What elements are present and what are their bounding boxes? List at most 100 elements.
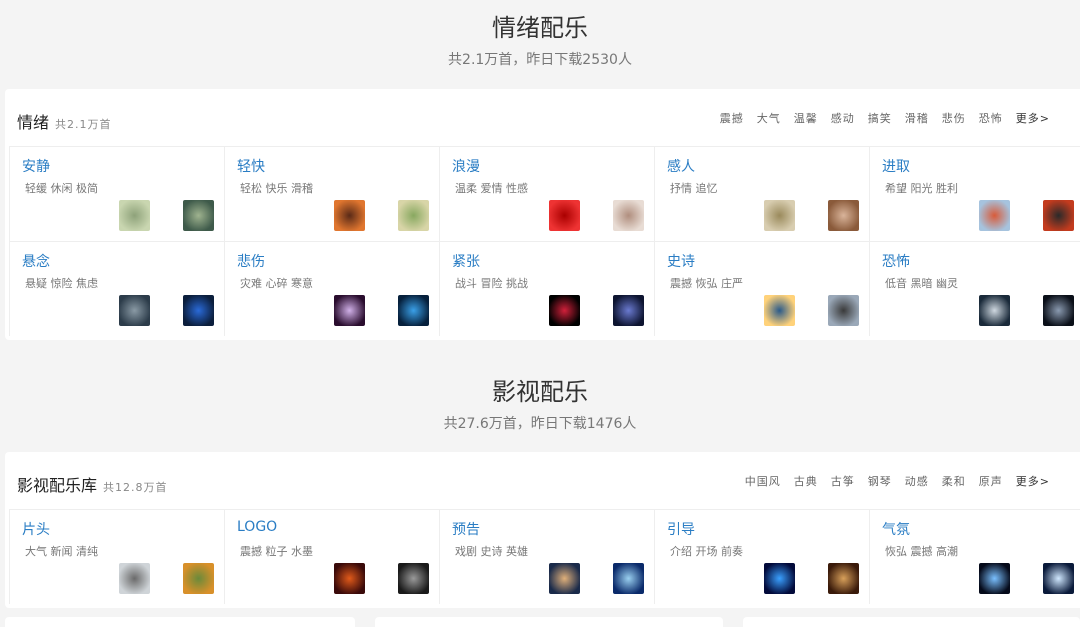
- track-thumbnail[interactable]: [613, 295, 644, 326]
- track-thumbnail[interactable]: [334, 295, 365, 326]
- category-tags: 悬疑 惊险 焦虑: [25, 277, 98, 290]
- track-thumbnail[interactable]: [828, 563, 859, 594]
- next-panel-edge: [375, 617, 723, 627]
- track-thumbnail[interactable]: [334, 200, 365, 231]
- category-name-link[interactable]: 紧张: [452, 251, 480, 271]
- category-card[interactable]: 片头 大气 新闻 清纯: [9, 509, 224, 604]
- tag-filter-link[interactable]: 钢琴: [868, 473, 892, 489]
- category-card[interactable]: 预告戏剧 史诗 英雄: [439, 509, 654, 604]
- category-card[interactable]: LOGO 震撼 粒子 水墨: [224, 509, 439, 604]
- track-thumbnail[interactable]: [119, 563, 150, 594]
- category-card[interactable]: 轻快 轻松 快乐 滑稽: [224, 146, 439, 241]
- emotion-panel: 情绪 共2.1万首 震撼 大气 温馨 感动 搞笑 滑稽 悲伤 恐怖 更多> 安静 轻缓 休闲 极简轻…: [5, 89, 1080, 340]
- panel-title-text: 影视配乐库: [17, 476, 98, 495]
- category-card[interactable]: 气氛恢弘 震撼 高潮: [869, 509, 1080, 604]
- track-thumbnail[interactable]: [183, 563, 214, 594]
- category-tags: 戏剧 史诗 英雄: [455, 545, 528, 558]
- track-thumbnail[interactable]: [398, 295, 429, 326]
- panel-count: 共12.8万首: [103, 481, 168, 494]
- next-panel-edge: [5, 617, 355, 627]
- tag-filter-link[interactable]: 悲伤: [942, 110, 966, 126]
- category-tags: 抒情 追忆: [670, 182, 718, 195]
- tag-filter-link[interactable]: 滑稽: [905, 110, 929, 126]
- track-thumbnail[interactable]: [764, 563, 795, 594]
- category-card[interactable]: 进取希望 阳光 胜利: [869, 146, 1080, 241]
- category-name-link[interactable]: 进取: [882, 156, 910, 176]
- track-thumbnail[interactable]: [334, 563, 365, 594]
- tag-filter-link[interactable]: 古典: [794, 473, 818, 489]
- track-thumbnail[interactable]: [764, 295, 795, 326]
- category-grid: 安静 轻缓 休闲 极简 轻快 轻松 快乐 滑稽 浪漫 温柔 爱情 性感 感人 抒情 追忆 进取希…: [9, 146, 1080, 336]
- category-card[interactable]: 史诗 震撼 恢弘 庄严: [654, 241, 869, 336]
- track-thumbnail[interactable]: [979, 295, 1010, 326]
- tag-filter-link[interactable]: 柔和: [942, 473, 966, 489]
- tag-filter-row: 震撼 大气 温馨 感动 搞笑 滑稽 悲伤 恐怖 更多>: [720, 110, 1050, 126]
- category-name-link[interactable]: 悬念: [22, 251, 50, 271]
- tag-filter-link[interactable]: 动感: [905, 473, 929, 489]
- category-name-link[interactable]: 气氛: [882, 519, 910, 539]
- track-thumbnail[interactable]: [398, 200, 429, 231]
- category-name-link[interactable]: LOGO: [237, 519, 277, 535]
- track-thumbnail[interactable]: [613, 563, 644, 594]
- tag-filter-link[interactable]: 大气: [757, 110, 781, 126]
- panel-count: 共2.1万首: [55, 118, 112, 131]
- tag-filter-link[interactable]: 古筝: [831, 473, 855, 489]
- track-thumbnail[interactable]: [1043, 563, 1074, 594]
- category-card[interactable]: 安静轻缓 休闲 极简: [9, 146, 224, 241]
- more-link[interactable]: 更多>: [1016, 110, 1050, 126]
- category-tags: 希望 阳光 胜利: [885, 182, 958, 195]
- category-card[interactable]: 浪漫温柔 爱情 性感: [439, 146, 654, 241]
- more-link[interactable]: 更多>: [1016, 473, 1050, 489]
- category-tags: 震撼 粒子 水墨: [240, 545, 313, 558]
- category-name-link[interactable]: 史诗: [667, 251, 695, 271]
- section-header-film: 影视配乐 共27.6万首，昨日下载1476人: [0, 372, 1080, 433]
- track-thumbnail[interactable]: [119, 200, 150, 231]
- track-thumbnail[interactable]: [549, 563, 580, 594]
- category-tags: 介绍 开场 前奏: [670, 545, 743, 558]
- tag-filter-link[interactable]: 震撼: [720, 110, 744, 126]
- track-thumbnail[interactable]: [183, 200, 214, 231]
- category-tags: 轻缓 休闲 极简: [25, 182, 98, 195]
- tag-filter-link[interactable]: 恐怖: [979, 110, 1003, 126]
- tag-filter-link[interactable]: 搞笑: [868, 110, 892, 126]
- track-thumbnail[interactable]: [979, 563, 1010, 594]
- track-thumbnail[interactable]: [549, 295, 580, 326]
- tag-filter-link[interactable]: 温馨: [794, 110, 818, 126]
- tag-filter-row: 中国风 古典 古筝 钢琴 动感 柔和 原声 更多>: [745, 473, 1050, 489]
- track-thumbnail[interactable]: [119, 295, 150, 326]
- section-header-emotion: 情绪配乐 共2.1万首，昨日下载2530人: [0, 8, 1080, 69]
- category-name-link[interactable]: 片头: [22, 519, 50, 539]
- track-thumbnail[interactable]: [549, 200, 580, 231]
- category-name-link[interactable]: 浪漫: [452, 156, 480, 176]
- track-thumbnail[interactable]: [613, 200, 644, 231]
- track-thumbnail[interactable]: [398, 563, 429, 594]
- category-name-link[interactable]: 轻快: [237, 156, 265, 176]
- category-card[interactable]: 引导介绍 开场 前奏: [654, 509, 869, 604]
- category-name-link[interactable]: 感人: [667, 156, 695, 176]
- track-thumbnail[interactable]: [979, 200, 1010, 231]
- category-card[interactable]: 悬念悬疑 惊险 焦虑: [9, 241, 224, 336]
- category-card[interactable]: 紧张战斗 冒险 挑战: [439, 241, 654, 336]
- category-name-link[interactable]: 悲伤: [237, 251, 265, 271]
- category-name-link[interactable]: 恐怖: [882, 251, 910, 271]
- category-name-link[interactable]: 预告: [452, 519, 480, 539]
- tag-filter-link[interactable]: 中国风: [745, 473, 781, 489]
- track-thumbnail[interactable]: [1043, 295, 1074, 326]
- tag-filter-link[interactable]: 感动: [831, 110, 855, 126]
- category-tags: 战斗 冒险 挑战: [455, 277, 528, 290]
- next-panel-edge: [743, 617, 1080, 627]
- track-thumbnail[interactable]: [828, 200, 859, 231]
- category-card[interactable]: 恐怖 低音 黑暗 幽灵: [869, 241, 1080, 336]
- category-tags: 温柔 爱情 性感: [455, 182, 528, 195]
- track-thumbnail[interactable]: [1043, 200, 1074, 231]
- track-thumbnail[interactable]: [183, 295, 214, 326]
- category-tags: 恢弘 震撼 高潮: [885, 545, 958, 558]
- category-name-link[interactable]: 引导: [667, 519, 695, 539]
- track-thumbnail[interactable]: [828, 295, 859, 326]
- category-card[interactable]: 悲伤 灾难 心碎 寒意: [224, 241, 439, 336]
- tag-filter-link[interactable]: 原声: [979, 473, 1003, 489]
- track-thumbnail[interactable]: [764, 200, 795, 231]
- panel-header: 情绪 共2.1万首 震撼 大气 温馨 感动 搞笑 滑稽 悲伤 恐怖 更多>: [5, 89, 1080, 146]
- category-name-link[interactable]: 安静: [22, 156, 50, 176]
- category-card[interactable]: 感人 抒情 追忆: [654, 146, 869, 241]
